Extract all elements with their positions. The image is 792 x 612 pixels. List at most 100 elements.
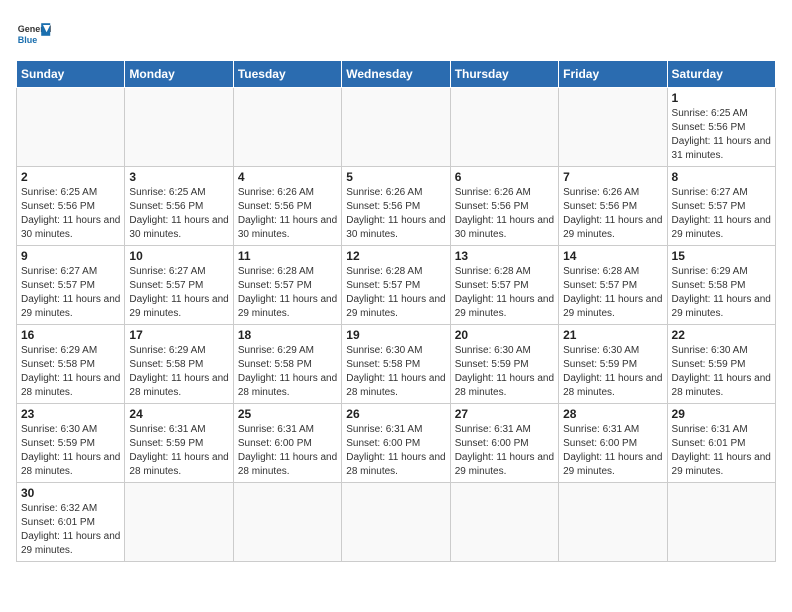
- calendar-day-cell: 18Sunrise: 6:29 AM Sunset: 5:58 PM Dayli…: [233, 325, 341, 404]
- weekday-header-monday: Monday: [125, 61, 233, 88]
- day-sun-info: Sunrise: 6:30 AM Sunset: 5:59 PM Dayligh…: [563, 344, 662, 400]
- calendar-header-row: SundayMondayTuesdayWednesdayThursdayFrid…: [17, 61, 776, 88]
- calendar-day-cell: 13 Sunrise: 6:28 AM Sunset: 5:57 PM Dayli…: [450, 246, 558, 325]
- day-number: 1: [672, 91, 771, 105]
- day-number: 13: [455, 249, 554, 263]
- calendar-week-row: 30 Sunrise: 6:32 AM Sunset: 6:01 PM Dayli…: [17, 483, 776, 562]
- calendar-day-cell: [125, 483, 233, 562]
- day-sun-info: Sunrise: 6:31 AM Sunset: 5:59 PM Dayligh…: [129, 423, 228, 479]
- day-number: 7: [563, 170, 662, 184]
- calendar-week-row: 2 Sunrise: 6:25 AM Sunset: 5:56 PM Daylig…: [17, 167, 776, 246]
- day-number: 17: [129, 328, 228, 342]
- calendar-day-cell: 10 Sunrise: 6:27 AM Sunset: 5:57 PM Dayli…: [125, 246, 233, 325]
- day-sun-info: Sunrise: 6:28 AM Sunset: 5:57 PM Dayligh…: [346, 265, 445, 321]
- day-number: 26: [346, 407, 445, 421]
- day-number: 15: [672, 249, 771, 263]
- calendar-day-cell: 21 Sunrise: 6:30 AM Sunset: 5:59 PM Dayli…: [559, 325, 667, 404]
- calendar-day-cell: 6 Sunrise: 6:26 AM Sunset: 5:56 PM Daylig…: [450, 167, 558, 246]
- calendar-day-cell: [125, 88, 233, 167]
- calendar-day-cell: [667, 483, 775, 562]
- calendar-day-cell: [342, 483, 450, 562]
- day-number: 10: [129, 249, 228, 263]
- day-number: 8: [672, 170, 771, 184]
- day-sun-info: Sunrise: 6:28 AM Sunset: 5:57 PM Dayligh…: [455, 265, 554, 321]
- calendar-day-cell: 7 Sunrise: 6:26 AM Sunset: 5:56 PM Daylig…: [559, 167, 667, 246]
- day-sun-info: Sunrise: 6:31 AM Sunset: 6:00 PM Dayligh…: [455, 423, 554, 479]
- day-sun-info: Sunrise: 6:30 AM Sunset: 5:59 PM Dayligh…: [21, 423, 120, 479]
- day-number: 3: [129, 170, 228, 184]
- weekday-header-sunday: Sunday: [17, 61, 125, 88]
- day-number: 28: [563, 407, 662, 421]
- day-number: 2: [21, 170, 120, 184]
- day-sun-info: Sunrise: 6:26 AM Sunset: 5:56 PM Dayligh…: [455, 186, 554, 242]
- calendar-day-cell: 27 Sunrise: 6:31 AM Sunset: 6:00 PM Dayli…: [450, 404, 558, 483]
- calendar-table: SundayMondayTuesdayWednesdayThursdayFrid…: [16, 60, 776, 562]
- weekday-header-friday: Friday: [559, 61, 667, 88]
- generalblue-logo-icon: General Blue: [16, 16, 52, 52]
- day-sun-info: Sunrise: 6:25 AM Sunset: 5:56 PM Dayligh…: [21, 186, 120, 242]
- calendar-day-cell: 23 Sunrise: 6:30 AM Sunset: 5:59 PM Dayli…: [17, 404, 125, 483]
- day-number: 29: [672, 407, 771, 421]
- calendar-week-row: 23 Sunrise: 6:30 AM Sunset: 5:59 PM Dayli…: [17, 404, 776, 483]
- day-sun-info: Sunrise: 6:31 AM Sunset: 6:01 PM Dayligh…: [672, 423, 771, 479]
- day-number: 18: [238, 328, 337, 342]
- day-sun-info: Sunrise: 6:27 AM Sunset: 5:57 PM Dayligh…: [129, 265, 228, 321]
- day-number: 19: [346, 328, 445, 342]
- day-number: 6: [455, 170, 554, 184]
- calendar-day-cell: 8 Sunrise: 6:27 AM Sunset: 5:57 PM Daylig…: [667, 167, 775, 246]
- day-sun-info: Sunrise: 6:26 AM Sunset: 5:56 PM Dayligh…: [238, 186, 337, 242]
- weekday-header-saturday: Saturday: [667, 61, 775, 88]
- page-header: General Blue: [16, 16, 776, 52]
- day-number: 23: [21, 407, 120, 421]
- calendar-day-cell: [233, 483, 341, 562]
- day-sun-info: Sunrise: 6:27 AM Sunset: 5:57 PM Dayligh…: [21, 265, 120, 321]
- calendar-day-cell: [233, 88, 341, 167]
- calendar-week-row: 16 Sunrise: 6:29 AM Sunset: 5:58 PM Dayli…: [17, 325, 776, 404]
- day-sun-info: Sunrise: 6:26 AM Sunset: 5:56 PM Dayligh…: [346, 186, 445, 242]
- day-sun-info: Sunrise: 6:25 AM Sunset: 5:56 PM Dayligh…: [672, 107, 771, 163]
- calendar-day-cell: 26 Sunrise: 6:31 AM Sunset: 6:00 PM Dayli…: [342, 404, 450, 483]
- day-number: 22: [672, 328, 771, 342]
- day-number: 16: [21, 328, 120, 342]
- day-sun-info: Sunrise: 6:30 AM Sunset: 5:59 PM Dayligh…: [455, 344, 554, 400]
- day-sun-info: Sunrise: 6:31 AM Sunset: 6:00 PM Dayligh…: [346, 423, 445, 479]
- calendar-day-cell: 14Sunrise: 6:28 AM Sunset: 5:57 PM Dayli…: [559, 246, 667, 325]
- day-sun-info: Sunrise: 6:25 AM Sunset: 5:56 PM Dayligh…: [129, 186, 228, 242]
- day-number: 5: [346, 170, 445, 184]
- weekday-header-thursday: Thursday: [450, 61, 558, 88]
- day-sun-info: Sunrise: 6:26 AM Sunset: 5:56 PM Dayligh…: [563, 186, 662, 242]
- day-sun-info: Sunrise: 6:30 AM Sunset: 5:58 PM Dayligh…: [346, 344, 445, 400]
- day-number: 27: [455, 407, 554, 421]
- day-sun-info: Sunrise: 6:27 AM Sunset: 5:57 PM Dayligh…: [672, 186, 771, 242]
- calendar-day-cell: 3 Sunrise: 6:25 AM Sunset: 5:56 PM Daylig…: [125, 167, 233, 246]
- calendar-day-cell: 28 Sunrise: 6:31 AM Sunset: 6:00 PM Dayli…: [559, 404, 667, 483]
- calendar-day-cell: 19 Sunrise: 6:30 AM Sunset: 5:58 PM Dayli…: [342, 325, 450, 404]
- calendar-day-cell: [559, 483, 667, 562]
- calendar-day-cell: 17 Sunrise: 6:29 AM Sunset: 5:58 PM Dayli…: [125, 325, 233, 404]
- day-sun-info: Sunrise: 6:29 AM Sunset: 5:58 PM Dayligh…: [21, 344, 120, 400]
- calendar-day-cell: [450, 483, 558, 562]
- svg-text:Blue: Blue: [18, 35, 38, 45]
- calendar-day-cell: [559, 88, 667, 167]
- calendar-day-cell: [17, 88, 125, 167]
- day-sun-info: Sunrise: 6:31 AM Sunset: 6:00 PM Dayligh…: [238, 423, 337, 479]
- day-number: 30: [21, 486, 120, 500]
- day-number: 9: [21, 249, 120, 263]
- calendar-day-cell: [450, 88, 558, 167]
- calendar-day-cell: 24 Sunrise: 6:31 AM Sunset: 5:59 PM Dayli…: [125, 404, 233, 483]
- weekday-header-tuesday: Tuesday: [233, 61, 341, 88]
- calendar-week-row: 1 Sunrise: 6:25 AM Sunset: 5:56 PM Daylig…: [17, 88, 776, 167]
- day-sun-info: Sunrise: 6:32 AM Sunset: 6:01 PM Dayligh…: [21, 502, 120, 558]
- calendar-day-cell: 16 Sunrise: 6:29 AM Sunset: 5:58 PM Dayli…: [17, 325, 125, 404]
- day-number: 24: [129, 407, 228, 421]
- day-sun-info: Sunrise: 6:29 AM Sunset: 5:58 PM Dayligh…: [129, 344, 228, 400]
- day-number: 11: [238, 249, 337, 263]
- calendar-day-cell: 12 Sunrise: 6:28 AM Sunset: 5:57 PM Dayli…: [342, 246, 450, 325]
- calendar-day-cell: [342, 88, 450, 167]
- day-sun-info: Sunrise: 6:31 AM Sunset: 6:00 PM Dayligh…: [563, 423, 662, 479]
- calendar-day-cell: 4Sunrise: 6:26 AM Sunset: 5:56 PM Daylig…: [233, 167, 341, 246]
- day-number: 14: [563, 249, 662, 263]
- day-number: 21: [563, 328, 662, 342]
- day-number: 12: [346, 249, 445, 263]
- calendar-day-cell: 29 Sunrise: 6:31 AM Sunset: 6:01 PM Dayli…: [667, 404, 775, 483]
